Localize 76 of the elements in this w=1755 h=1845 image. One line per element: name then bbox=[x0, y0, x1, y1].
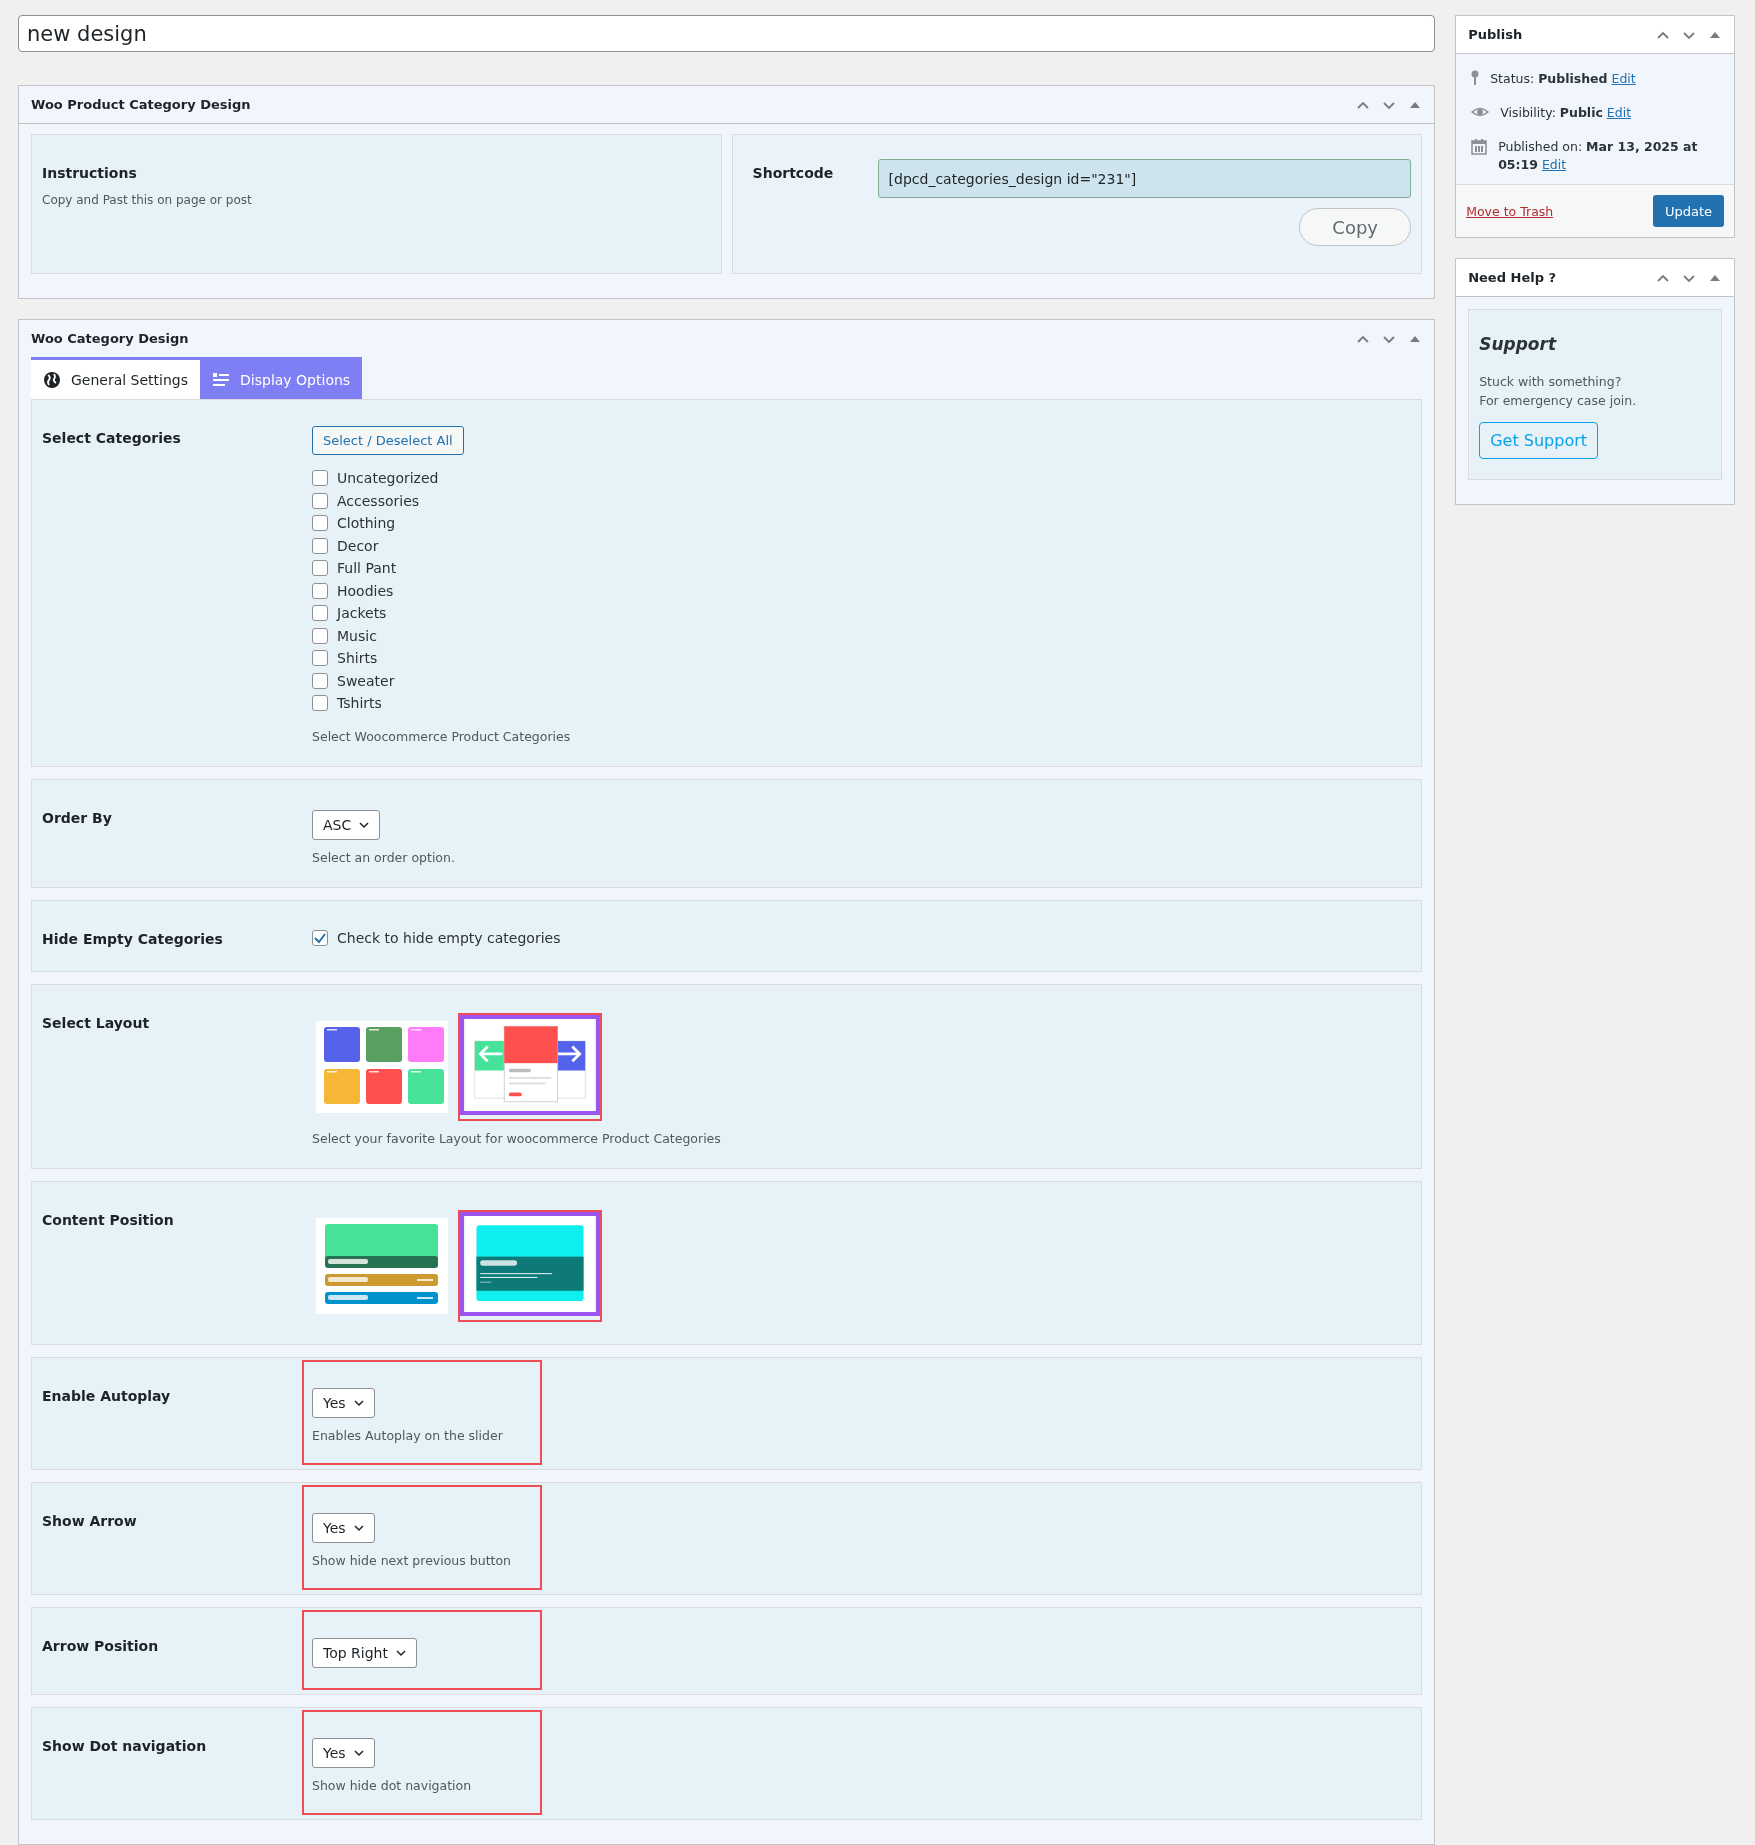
chevron-down-icon bbox=[353, 1524, 364, 1532]
panel-title: Publish bbox=[1468, 27, 1523, 42]
checkbox[interactable] bbox=[312, 537, 328, 554]
dropdown[interactable]: Top Right bbox=[312, 1638, 417, 1668]
support-text: For emergency case join. bbox=[1479, 392, 1638, 410]
panel-title: Need Help ? bbox=[1468, 270, 1557, 285]
dropdown[interactable]: ASC bbox=[312, 809, 381, 840]
pin-icon bbox=[1471, 70, 1480, 85]
support-heading: Support bbox=[1479, 334, 1558, 354]
dropdown[interactable]: Yes bbox=[312, 1738, 375, 1768]
checkbox-label[interactable]: Full Pant bbox=[337, 560, 397, 577]
trash-link[interactable]: Move to Trash bbox=[1466, 203, 1554, 219]
checkbox[interactable] bbox=[312, 470, 328, 487]
checkbox[interactable] bbox=[312, 582, 328, 599]
checkbox-label[interactable]: Hoodies bbox=[337, 582, 394, 599]
checkbox[interactable] bbox=[312, 492, 328, 509]
instructions-heading: Instructions bbox=[42, 165, 138, 181]
checkbox-label[interactable]: Accessories bbox=[337, 492, 420, 509]
dropdown[interactable]: Yes bbox=[312, 1513, 375, 1543]
setting-label: Select Layout bbox=[42, 1014, 151, 1033]
panel-title: Woo Category Design bbox=[31, 331, 189, 346]
meta-text: Visibility: Public Edit bbox=[1500, 104, 1632, 122]
help-text: Show hide next previous button bbox=[312, 1553, 511, 1568]
setting-label: Order By bbox=[42, 808, 113, 828]
checkbox[interactable] bbox=[312, 605, 328, 622]
setting-label: Show Arrow bbox=[42, 1512, 138, 1531]
checkbox-label[interactable]: Shirts bbox=[337, 650, 378, 667]
help-text: Show hide dot navigation bbox=[312, 1778, 472, 1793]
setting-label: Arrow Position bbox=[42, 1637, 160, 1656]
help-text: Select your favorite Layout for woocommerce Product Categories bbox=[312, 1131, 721, 1146]
checkbox[interactable] bbox=[312, 627, 328, 644]
select-all-button[interactable]: Select / Deselect All bbox=[312, 426, 464, 455]
calendar-icon bbox=[1471, 138, 1488, 155]
checkbox[interactable] bbox=[312, 515, 328, 532]
meta-text: Published on: Mar 13, 2025 at 05:19 Edit bbox=[1498, 138, 1699, 174]
checkbox-label[interactable]: Clothing bbox=[337, 515, 396, 532]
shortcode-field[interactable]: [dpcd_categories_design id="231"] bbox=[877, 159, 1412, 198]
chevron-down-icon bbox=[395, 1649, 406, 1657]
checkbox-label[interactable]: Uncategorized bbox=[337, 470, 439, 487]
title-field[interactable]: new design bbox=[18, 15, 1436, 52]
checkbox-label[interactable]: Jackets bbox=[337, 605, 387, 622]
checkbox-label[interactable]: Sweater bbox=[337, 672, 395, 689]
edit-link[interactable]: Edit bbox=[1541, 157, 1567, 172]
chevron-down-icon bbox=[353, 1749, 364, 1757]
help-text: Select Woocommerce Product Categories bbox=[312, 728, 571, 744]
checkbox-label[interactable]: Music bbox=[337, 627, 377, 644]
panel-title: Woo Product Category Design bbox=[31, 97, 251, 112]
edit-link[interactable]: Edit bbox=[1606, 105, 1632, 120]
edit-link[interactable]: Edit bbox=[1611, 71, 1636, 86]
help-text: Select an order option. bbox=[312, 849, 455, 865]
checkbox-label[interactable]: Decor bbox=[337, 537, 379, 554]
dropdown[interactable]: Yes bbox=[312, 1388, 375, 1418]
setting-label: Select Categories bbox=[42, 429, 182, 448]
shortcode-label: Shortcode bbox=[752, 164, 835, 183]
help-text: Enables Autoplay on the slider bbox=[312, 1428, 503, 1443]
checkbox-label[interactable]: Tshirts bbox=[337, 695, 382, 712]
meta-text: Status: Published Edit bbox=[1490, 70, 1636, 88]
list-icon bbox=[212, 370, 231, 389]
checkbox-label[interactable]: Check to hide empty categories bbox=[337, 929, 561, 946]
tab[interactable]: General Settings bbox=[31, 357, 201, 399]
checkbox[interactable] bbox=[312, 560, 328, 577]
checkbox[interactable] bbox=[312, 695, 328, 712]
support-text: Stuck with something? bbox=[1479, 373, 1623, 391]
instructions-text: Copy and Past this on page or post bbox=[42, 193, 253, 207]
copy-button[interactable]: Copy bbox=[1299, 208, 1412, 246]
setting-label: Content Position bbox=[42, 1211, 175, 1230]
setting-label: Show Dot navigation bbox=[42, 1737, 208, 1756]
checkbox[interactable] bbox=[312, 650, 328, 667]
checkbox[interactable] bbox=[312, 929, 328, 946]
setting-label: Enable Autoplay bbox=[42, 1387, 172, 1406]
globe-icon bbox=[43, 370, 61, 389]
chevron-down-icon bbox=[353, 1399, 364, 1407]
chevron-down-icon bbox=[359, 820, 370, 829]
update-button[interactable]: Update bbox=[1652, 195, 1724, 227]
setting-label: Hide Empty Categories bbox=[42, 929, 224, 949]
checkbox[interactable] bbox=[312, 672, 328, 689]
